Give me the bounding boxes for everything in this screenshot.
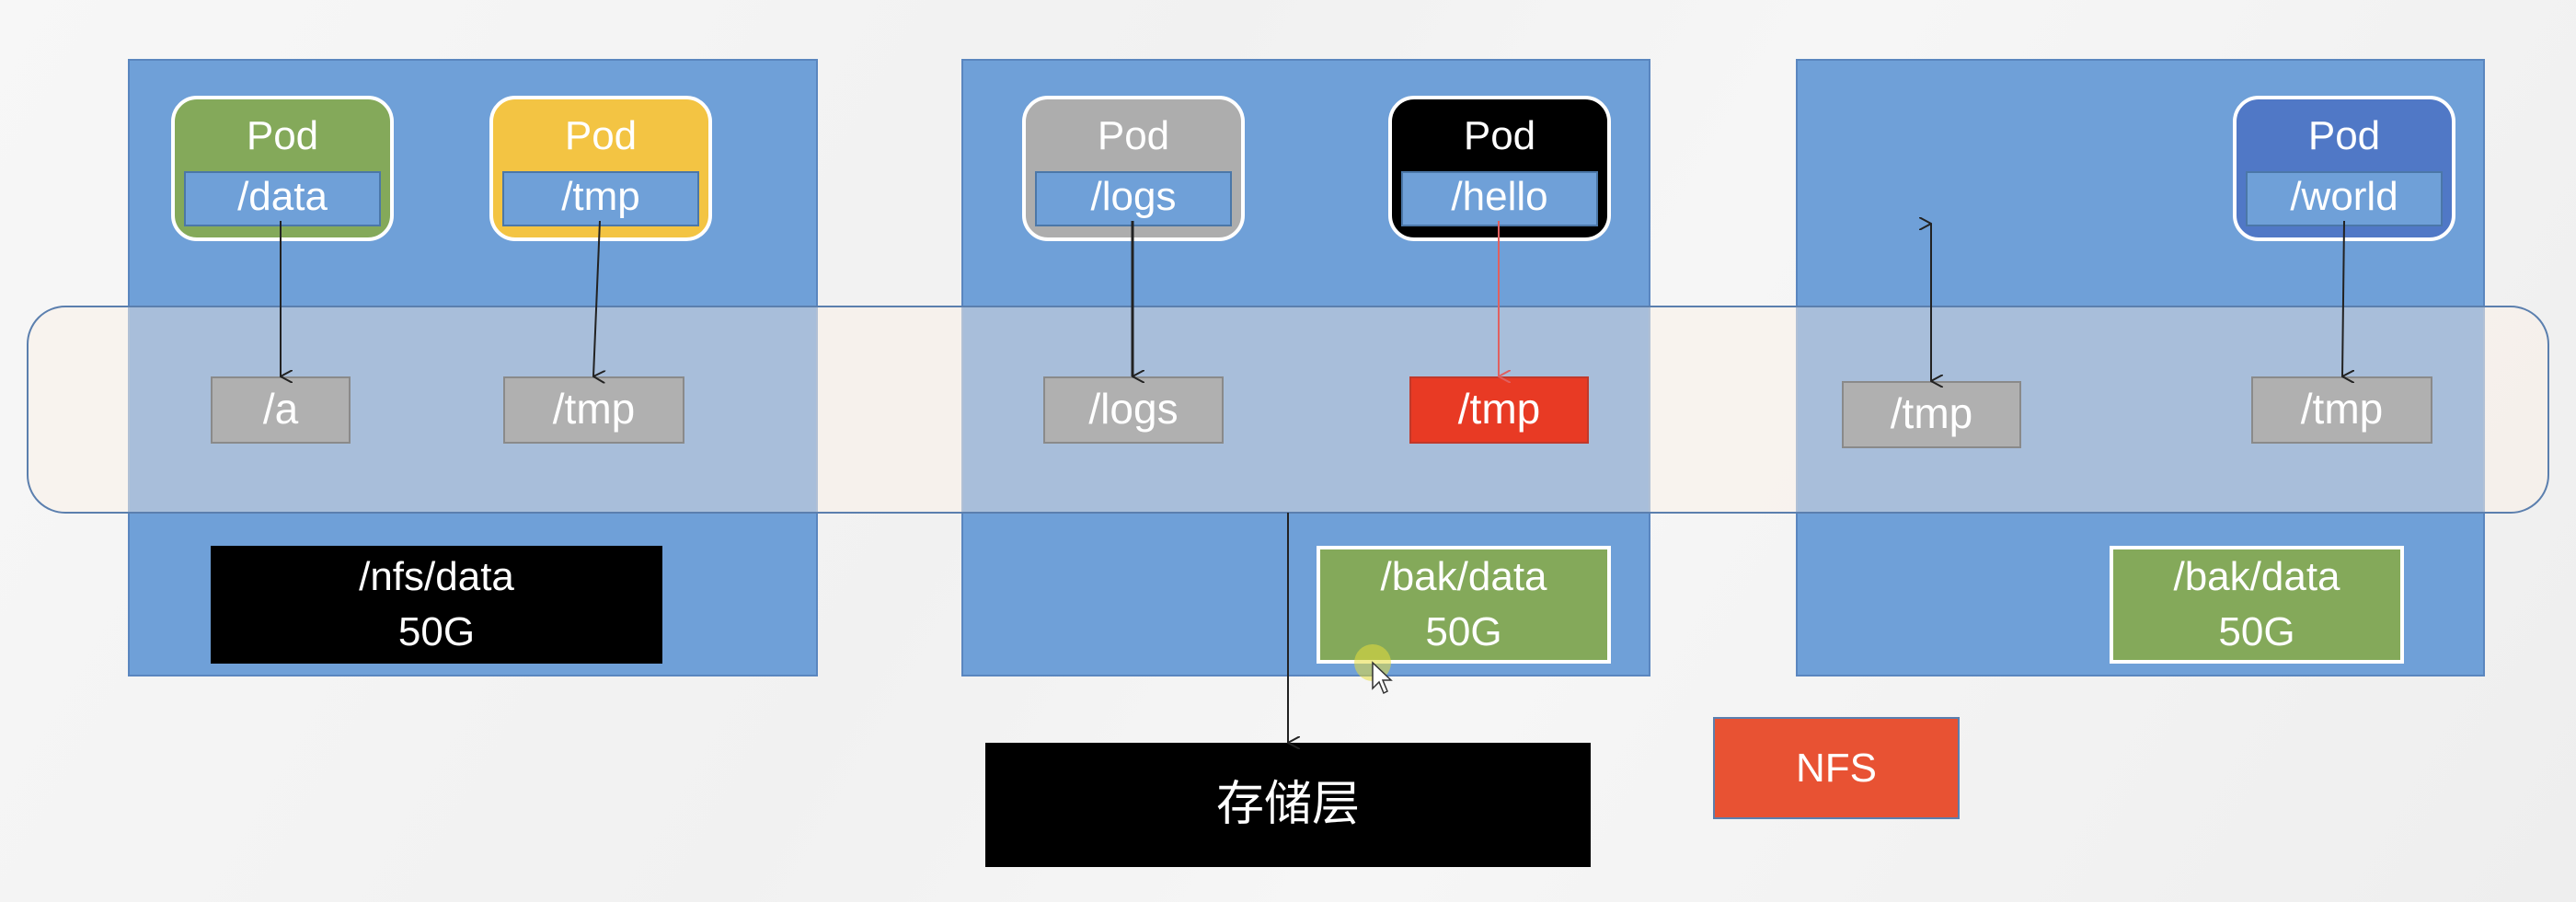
arrow-world-to-tmp (2342, 220, 2344, 376)
arrows-layer (280, 0, 2576, 902)
cursor-arrow-icon (1372, 661, 1393, 695)
arrow-tmp-to-tmp (593, 220, 600, 376)
